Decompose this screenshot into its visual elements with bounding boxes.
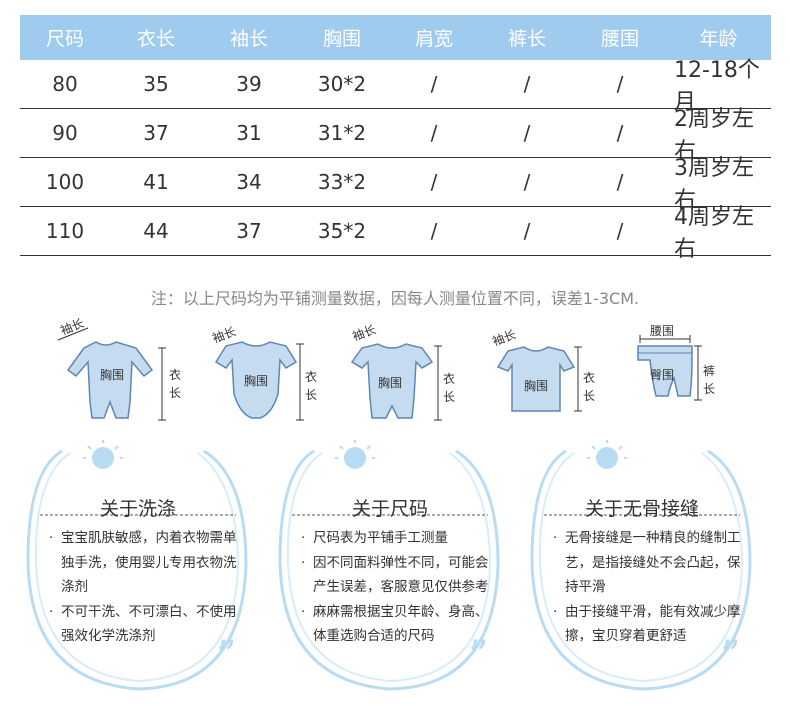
card-title: 关于无骨接缝 bbox=[584, 498, 699, 520]
card-list: 无骨接缝是一种精良的缝制工艺，是指接缝处不会凸起，保持平滑 由于接缝平滑，能有效… bbox=[553, 526, 743, 649]
table-cell: / bbox=[523, 72, 531, 96]
chest-label: 胸围 bbox=[244, 374, 269, 388]
header-sleeve: 袖长 bbox=[229, 28, 268, 50]
table-cell: 110 bbox=[45, 219, 85, 243]
table-cell: 35 bbox=[143, 72, 169, 96]
list-item: 宝宝肌肤敏感，内着衣物需单独手洗，使用婴儿专用衣物洗涤剂 bbox=[49, 526, 239, 600]
info-card-seamless: ” 关于无骨接缝 无骨接缝是一种精良的缝制工艺，是指接缝处不会凸起，保持平滑 由… bbox=[524, 437, 760, 699]
table-row: 100 41 34 33*2 / / / 3周岁左右 bbox=[20, 156, 771, 213]
header-chest: 胸围 bbox=[322, 28, 361, 50]
table-cell: / bbox=[430, 219, 438, 243]
card-list: 宝宝肌肤敏感，内着衣物需单独手洗，使用婴儿专用衣物洗涤剂 不可干洗、不可漂白、不… bbox=[49, 526, 239, 649]
table-cell: 90 bbox=[52, 121, 78, 145]
header-size: 尺码 bbox=[45, 28, 84, 50]
list-item: 尺码表为平铺手工测量 bbox=[301, 526, 491, 551]
table-cell: 100 bbox=[45, 170, 85, 194]
measurement-note: 注：以上尺码均为平铺测量数据，因每人测量位置不同，误差1-3CM. bbox=[150, 289, 640, 308]
table-cell: / bbox=[523, 170, 531, 194]
table-cell: 80 bbox=[52, 72, 78, 96]
card-list: 尺码表为平铺手工测量 因不同面料弹性不同，可能会产生误差，客服意见仅供参考 麻麻… bbox=[301, 526, 491, 649]
table-cell: 33*2 bbox=[317, 170, 367, 194]
table-cell: / bbox=[616, 121, 624, 145]
list-item: 因不同面料弹性不同，可能会产生误差，客服意见仅供参考 bbox=[301, 551, 491, 600]
header-length: 衣长 bbox=[136, 28, 175, 50]
size-table-header: 尺码 衣长 袖长 胸围 肩宽 裤长 腰围 年龄 bbox=[20, 15, 771, 60]
table-cell: / bbox=[616, 219, 624, 243]
table-cell: 37 bbox=[236, 219, 262, 243]
diagram-short-romper: 袖长 胸围 衣长 bbox=[350, 322, 465, 427]
table-row: 110 44 37 35*2 / / / 4周岁左右 bbox=[20, 205, 771, 262]
table-cell: / bbox=[430, 72, 438, 96]
chest-label: 胸围 bbox=[524, 379, 549, 393]
info-card-sizing: ” 关于尺码 尺码表为平铺手工测量 因不同面料弹性不同，可能会产生误差，客服意见… bbox=[272, 437, 508, 699]
length-label: 衣长 bbox=[168, 368, 181, 400]
pants-length-label: 裤长 bbox=[702, 364, 715, 396]
diagram-tshirt: 袖长 胸围 衣长 bbox=[490, 325, 600, 425]
diagram-footed-romper: 袖长 胸围 衣长 bbox=[44, 316, 194, 428]
length-label: 衣长 bbox=[442, 372, 455, 404]
length-label: 衣长 bbox=[582, 371, 595, 403]
table-cell: / bbox=[430, 121, 438, 145]
size-table: 尺码 衣长 袖长 胸围 肩宽 裤长 腰围 年龄 80 35 39 30*2 / … bbox=[20, 15, 771, 262]
table-cell: 35*2 bbox=[317, 219, 367, 243]
card-title: 关于洗涤 bbox=[99, 498, 176, 520]
card-title: 关于尺码 bbox=[351, 498, 428, 520]
info-card-washing: ” 关于洗涤 宝宝肌肤敏感，内着衣物需单独手洗，使用婴儿专用衣物洗涤剂 不可干洗… bbox=[20, 437, 256, 699]
chest-label: 胸围 bbox=[100, 368, 125, 382]
table-cell: 31 bbox=[236, 121, 262, 145]
table-cell: 37 bbox=[143, 121, 169, 145]
table-cell: 34 bbox=[236, 170, 262, 194]
table-cell: 41 bbox=[143, 170, 169, 194]
diagram-bodysuit: 袖长 胸围 衣长 bbox=[206, 322, 326, 427]
table-row: 80 35 39 30*2 / / / 12-18个月 bbox=[20, 58, 771, 115]
list-item: 由于接缝平滑，能有效减少摩擦，宝贝穿着更舒适 bbox=[553, 600, 743, 649]
table-cell: 44 bbox=[143, 219, 169, 243]
list-item: 麻麻需根据宝贝年龄、身高、体重选购合适的尺码 bbox=[301, 600, 491, 649]
diagram-pants: 腰围 臀围 裤长 bbox=[630, 320, 730, 420]
size-table-body: 80 35 39 30*2 / / / 12-18个月 90 37 31 31*… bbox=[20, 58, 771, 262]
table-cell: 30*2 bbox=[317, 72, 367, 96]
header-pants-length: 裤长 bbox=[507, 28, 546, 50]
table-cell: / bbox=[523, 121, 531, 145]
chest-label: 胸围 bbox=[378, 376, 403, 390]
table-cell: 4周岁左右 bbox=[674, 205, 754, 262]
table-cell: / bbox=[523, 219, 531, 243]
table-cell: / bbox=[430, 170, 438, 194]
hip-label: 臀围 bbox=[650, 368, 675, 382]
table-row: 90 37 31 31*2 / / / 2周岁左右 bbox=[20, 107, 771, 164]
list-item: 无骨接缝是一种精良的缝制工艺，是指接缝处不会凸起，保持平滑 bbox=[553, 526, 743, 600]
header-waist: 腰围 bbox=[600, 28, 639, 50]
list-item: 不可干洗、不可漂白、不使用强效化学洗涤剂 bbox=[49, 600, 239, 649]
table-cell: 39 bbox=[236, 72, 262, 96]
table-cell: / bbox=[616, 72, 624, 96]
table-cell: / bbox=[616, 170, 624, 194]
header-shoulder: 肩宽 bbox=[414, 28, 453, 50]
length-label: 衣长 bbox=[304, 370, 317, 402]
table-cell: 31*2 bbox=[317, 121, 367, 145]
waist-label: 腰围 bbox=[650, 324, 675, 338]
